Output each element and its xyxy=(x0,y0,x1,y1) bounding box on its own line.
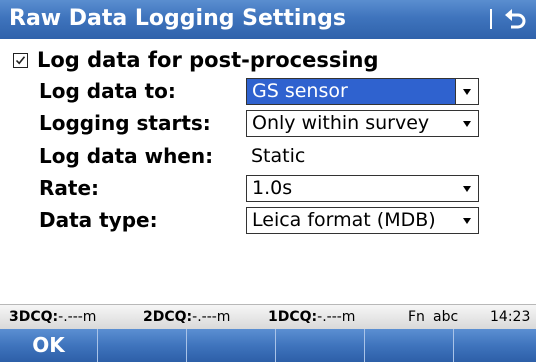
fn-indicator: Fn xyxy=(408,309,425,325)
softkey-2[interactable] xyxy=(98,329,187,362)
log-data-to-value: GS sensor xyxy=(252,80,348,102)
chevron-down-icon xyxy=(463,89,471,95)
cq1d-status: 1DCQ:-.---m xyxy=(268,309,356,325)
clock: 14:23 xyxy=(490,309,531,325)
log-data-to-dropdown-button[interactable] xyxy=(455,79,478,104)
data-type-value: Leica format (MDB) xyxy=(252,209,436,231)
chevron-down-icon xyxy=(463,121,471,127)
data-type-select[interactable]: Leica format (MDB) xyxy=(246,207,479,234)
softkey-bar: OK xyxy=(0,329,536,362)
logging-starts-select[interactable]: Only within survey xyxy=(246,110,479,137)
page-title: Raw Data Logging Settings xyxy=(9,6,346,31)
rate-value: 1.0s xyxy=(252,177,293,199)
input-mode-indicator: abc xyxy=(433,309,459,325)
softkey-5[interactable] xyxy=(365,329,454,362)
log-data-to-select[interactable]: GS sensor xyxy=(246,78,479,105)
title-bar: Raw Data Logging Settings xyxy=(0,0,536,39)
cq2d-status: 2DCQ:-.---m xyxy=(143,309,231,325)
logging-starts-value: Only within survey xyxy=(252,112,430,134)
log-data-when-label: Log data when: xyxy=(39,144,214,168)
data-type-label: Data type: xyxy=(39,208,158,232)
rate-select[interactable]: 1.0s xyxy=(246,175,479,202)
back-arrow-icon[interactable] xyxy=(502,3,528,35)
softkey-3[interactable] xyxy=(187,329,276,362)
status-bar: 3DCQ:-.---m 2DCQ:-.---m 1DCQ:-.---m Fn a… xyxy=(0,304,536,329)
title-separator xyxy=(490,9,492,29)
logging-starts-label: Logging starts: xyxy=(39,111,211,135)
log-data-checkbox-label: Log data for post-processing xyxy=(37,48,379,72)
softkey-4[interactable] xyxy=(276,329,365,362)
log-data-when-value: Static xyxy=(251,145,306,167)
ok-button[interactable]: OK xyxy=(0,329,98,362)
chevron-down-icon xyxy=(463,218,471,224)
cq3d-status: 3DCQ:-.---m xyxy=(9,309,97,325)
softkey-6[interactable] xyxy=(454,329,536,362)
log-data-to-label: Log data to: xyxy=(39,79,176,103)
log-data-checkbox[interactable] xyxy=(13,52,28,68)
rate-label: Rate: xyxy=(39,176,100,200)
chevron-down-icon xyxy=(463,186,471,192)
log-data-checkbox-row[interactable]: Log data for post-processing xyxy=(13,46,379,74)
